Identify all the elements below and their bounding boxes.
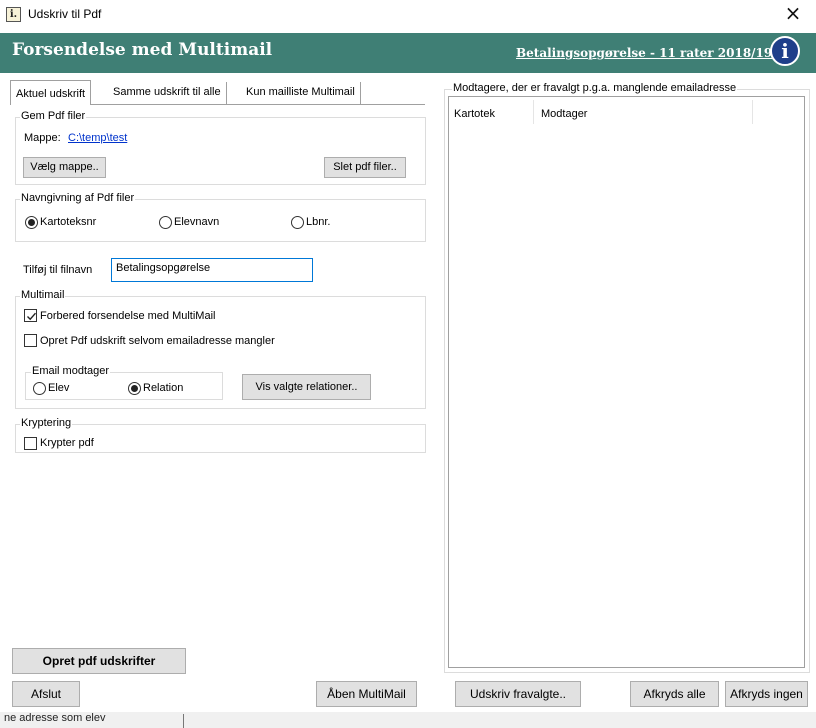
open-multimail-button[interactable]: Åben MultiMail [316,681,417,707]
print-deselected-button[interactable]: Udskriv fravalgte.. [455,681,581,707]
naming-elevnavn-radio[interactable] [159,216,172,229]
prepare-multimail-checkbox[interactable] [24,309,37,322]
naming-elevnavn-label: Elevnavn [174,216,220,228]
tab-aktuel-udskrift[interactable]: Aktuel udskrift [10,80,92,105]
background-window-strip [0,712,816,728]
filename-suffix-label: Tilføj til filnavn [23,264,93,276]
tab-kun-mailliste[interactable]: Kun mailliste Multimail [241,82,361,104]
window-title: Udskriv til Pdf [28,7,102,21]
background-status-text: ne adresse som elev [4,712,106,724]
recipient-relation-label: Relation [143,382,184,394]
report-name-link[interactable]: Betalingsopgørelse - 11 rater 2018/19 [516,46,772,60]
filename-suffix-input[interactable]: Betalingsopgørelse [111,258,313,282]
column-divider[interactable] [752,100,753,124]
checkmark-icon [27,312,37,321]
naming-legend: Navngivning af Pdf filer [20,192,136,204]
naming-kartoteksnr-radio[interactable] [25,216,38,229]
recipient-elev-radio[interactable] [33,382,46,395]
encrypt-pdf-label: Krypter pdf [40,437,94,449]
close-button[interactable]: Afslut [12,681,80,707]
folder-label: Mappe: [24,132,61,144]
header-title: Forsendelse med Multimail [12,40,273,60]
create-pdf-button[interactable]: Opret pdf udskrifter [12,648,186,674]
uncheck-all-button[interactable]: Afkryds ingen [725,681,808,707]
encrypt-pdf-checkbox[interactable] [24,437,37,450]
column-divider[interactable] [533,100,534,124]
app-icon: i. [6,7,21,22]
show-selected-relations-button[interactable]: Vis valgte relationer.. [242,374,371,400]
naming-kartoteksnr-label: Kartoteksnr [40,216,97,228]
save-pdf-legend: Gem Pdf filer [20,110,87,122]
window-titlebar [0,0,816,30]
folder-path-link[interactable]: C:\temp\test [68,132,127,144]
info-icon[interactable]: i [770,36,800,66]
deselected-recipients-list[interactable] [448,96,805,668]
naming-lbnr-radio[interactable] [291,216,304,229]
create-without-email-label: Opret Pdf udskrift selvom emailadresse m… [40,335,275,347]
status-divider [183,714,184,728]
tab-samme-udskrift[interactable]: Samme udskrift til alle [108,82,227,104]
close-window-button[interactable]: × [780,2,806,26]
delete-pdf-files-button[interactable]: Slet pdf filer.. [324,157,406,178]
create-without-email-checkbox[interactable] [24,334,37,347]
multimail-legend: Multimail [20,289,66,301]
column-header-modtager[interactable]: Modtager [541,108,587,120]
column-header-kartotek[interactable]: Kartotek [454,108,495,120]
prepare-multimail-label: Forbered forsendelse med MultiMail [40,310,216,322]
recipient-relation-radio[interactable] [128,382,141,395]
recipient-elev-label: Elev [48,382,70,394]
email-recipient-legend: Email modtager [31,365,111,377]
deselected-recipients-legend: Modtagere, der er fravalgt p.g.a. mangle… [452,82,738,94]
naming-lbnr-label: Lbnr. [306,216,331,228]
encryption-legend: Kryptering [20,417,73,429]
check-all-button[interactable]: Afkryds alle [630,681,719,707]
choose-folder-button[interactable]: Vælg mappe.. [23,157,106,178]
